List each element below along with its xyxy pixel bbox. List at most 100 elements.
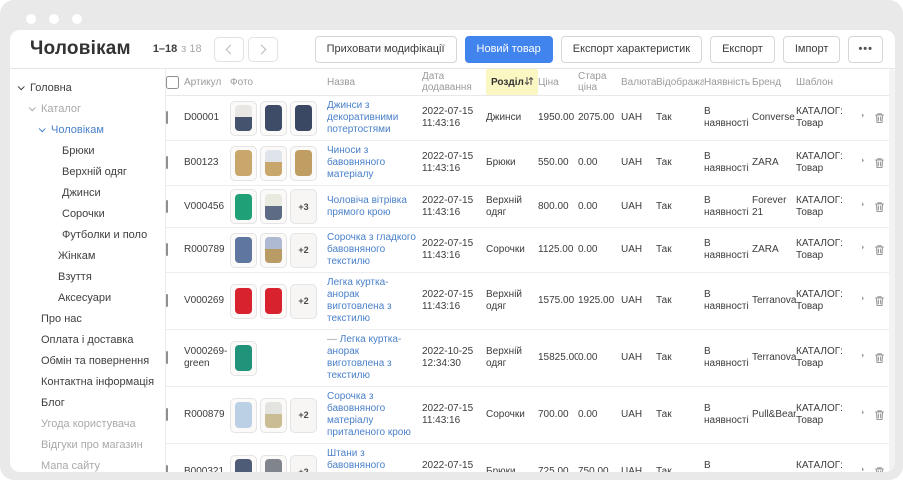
- delete-button[interactable]: [874, 409, 885, 421]
- photo-thumb[interactable]: [260, 146, 287, 181]
- article-cell: B00123: [184, 153, 230, 173]
- photo-more-badge[interactable]: +2: [290, 455, 317, 473]
- photo-thumb[interactable]: [230, 146, 257, 181]
- photo-thumb[interactable]: [230, 455, 257, 473]
- delete-button[interactable]: [874, 157, 885, 169]
- sort-icon[interactable]: [524, 76, 534, 89]
- currency-cell: UAH: [621, 108, 656, 128]
- edit-button[interactable]: [862, 352, 865, 364]
- delete-button[interactable]: [874, 201, 885, 213]
- photo-more-badge[interactable]: +3: [290, 189, 317, 224]
- sidebar-item-жінкам[interactable]: Жінкам: [10, 245, 165, 266]
- photo-thumb[interactable]: [230, 233, 257, 268]
- row-checkbox[interactable]: [166, 465, 168, 472]
- sidebar-item-футболки-и-поло[interactable]: Футболки и поло: [10, 224, 165, 245]
- column-header-label: Наявність: [704, 77, 750, 88]
- delete-button[interactable]: [874, 112, 885, 124]
- sidebar-item-аксесуари[interactable]: Аксесуари: [10, 287, 165, 308]
- garment-image: [235, 288, 252, 314]
- sidebar-item-верхній-одяг[interactable]: Верхній одяг: [10, 161, 165, 182]
- sidebar-item-про-нас[interactable]: Про нас: [10, 308, 165, 329]
- photo-thumb[interactable]: [260, 455, 287, 473]
- edit-button[interactable]: [862, 466, 865, 472]
- row-checkbox[interactable]: [166, 111, 168, 124]
- row-checkbox[interactable]: [166, 294, 168, 307]
- sidebar-item-контактна-інформація[interactable]: Контактна інформація: [10, 371, 165, 392]
- prev-page-button[interactable]: [214, 37, 244, 62]
- import-button[interactable]: Імпорт: [783, 36, 841, 63]
- product-name-link[interactable]: Сорочка з гладкого бавовняного текстилю: [327, 232, 416, 267]
- old-price-cell: 750.00: [578, 462, 621, 472]
- photo-thumb[interactable]: [260, 398, 287, 433]
- edit-button[interactable]: [862, 112, 865, 124]
- photo-thumb[interactable]: [260, 284, 287, 319]
- photo-thumb[interactable]: [230, 284, 257, 319]
- pencil-icon: [862, 295, 865, 307]
- photo-thumb[interactable]: [260, 233, 287, 268]
- sidebar-item-джинси[interactable]: Джинси: [10, 182, 165, 203]
- photo-more-badge[interactable]: +2: [290, 398, 317, 433]
- display-cell: Так: [656, 291, 704, 311]
- sidebar-item-брюки[interactable]: Брюки: [10, 140, 165, 161]
- column-header-price: Ціна: [538, 69, 578, 95]
- column-header-label: Артикул: [184, 77, 221, 88]
- row-checkbox[interactable]: [166, 243, 168, 256]
- sidebar-item-оплата-і-доставка[interactable]: Оплата і доставка: [10, 329, 165, 350]
- edit-button[interactable]: [862, 201, 865, 213]
- delete-button[interactable]: [874, 244, 885, 256]
- photo-thumb[interactable]: [230, 101, 257, 136]
- price-cell: 725.00: [538, 462, 578, 472]
- photo-thumb[interactable]: [290, 101, 317, 136]
- delete-button[interactable]: [874, 295, 885, 307]
- garment-image: [235, 105, 252, 131]
- photo-thumb[interactable]: [290, 146, 317, 181]
- more-actions-button[interactable]: •••: [848, 36, 883, 63]
- sidebar-item-сорочки[interactable]: Сорочки: [10, 203, 165, 224]
- product-name-link[interactable]: Чоловіча вітрівка прямого крою: [327, 195, 407, 218]
- select-all-checkbox[interactable]: [166, 76, 179, 89]
- photo-thumb[interactable]: [260, 189, 287, 224]
- photo-thumb[interactable]: [260, 101, 287, 136]
- edit-button[interactable]: [862, 157, 865, 169]
- row-checkbox[interactable]: [166, 351, 168, 364]
- date-value: 2022-07-15: [422, 106, 481, 118]
- photo-thumb[interactable]: [230, 398, 257, 433]
- scrollbar[interactable]: [889, 69, 895, 472]
- sidebar-item-угода-користувача[interactable]: Угода користувача: [10, 413, 165, 434]
- photo-more-badge[interactable]: +2: [290, 233, 317, 268]
- row-checkbox[interactable]: [166, 200, 168, 213]
- export-characteristics-button[interactable]: Експорт характеристик: [561, 36, 702, 63]
- photo-thumb[interactable]: [230, 189, 257, 224]
- sidebar-item-взуття[interactable]: Взуття: [10, 266, 165, 287]
- time-value: 11:43:16: [422, 207, 481, 219]
- row-checkbox[interactable]: [166, 408, 168, 421]
- sidebar-item-мапа-сайту[interactable]: Мапа сайту: [10, 455, 165, 472]
- product-name-link[interactable]: Джинси з декоративними потертостями: [327, 100, 398, 135]
- sidebar-item-каталог[interactable]: Каталог: [10, 98, 165, 119]
- photo-thumb[interactable]: [230, 341, 257, 376]
- export-button[interactable]: Експорт: [710, 36, 775, 63]
- edit-button[interactable]: [862, 244, 865, 256]
- product-name-link[interactable]: Сорочка з бавовняного матеріалу притален…: [327, 391, 411, 438]
- next-page-button[interactable]: [248, 37, 278, 62]
- new-product-button[interactable]: Новий товар: [465, 36, 553, 63]
- hide-modifications-button[interactable]: Приховати модифікації: [315, 36, 457, 63]
- photo-more-badge[interactable]: +2: [290, 284, 317, 319]
- edit-button[interactable]: [862, 295, 865, 307]
- sidebar-item-обмін-та-повернення[interactable]: Обмін та повернення: [10, 350, 165, 371]
- product-name-link[interactable]: Штани з бавовняного матеріалу прямого кр…: [327, 448, 414, 472]
- sidebar-item-label: Контактна інформація: [41, 376, 154, 388]
- row-checkbox[interactable]: [166, 156, 168, 169]
- sidebar-item-відгуки-про-магазин[interactable]: Відгуки про магазин: [10, 434, 165, 455]
- checkbox-cell: [166, 108, 184, 128]
- delete-button[interactable]: [874, 466, 885, 472]
- product-name-link[interactable]: Легка куртка-анорак виготовлена з тексти…: [327, 277, 392, 324]
- delete-button[interactable]: [874, 352, 885, 364]
- sidebar-item-головна[interactable]: Головна: [10, 77, 165, 98]
- product-name-link[interactable]: Чиноси з бавовняного матеріалу: [327, 145, 385, 180]
- section-cell: Брюки: [486, 153, 538, 173]
- column-header-section[interactable]: Розділ: [486, 69, 538, 95]
- sidebar-item-чоловікам[interactable]: Чоловікам: [10, 119, 165, 140]
- edit-button[interactable]: [862, 409, 865, 421]
- sidebar-item-блог[interactable]: Блог: [10, 392, 165, 413]
